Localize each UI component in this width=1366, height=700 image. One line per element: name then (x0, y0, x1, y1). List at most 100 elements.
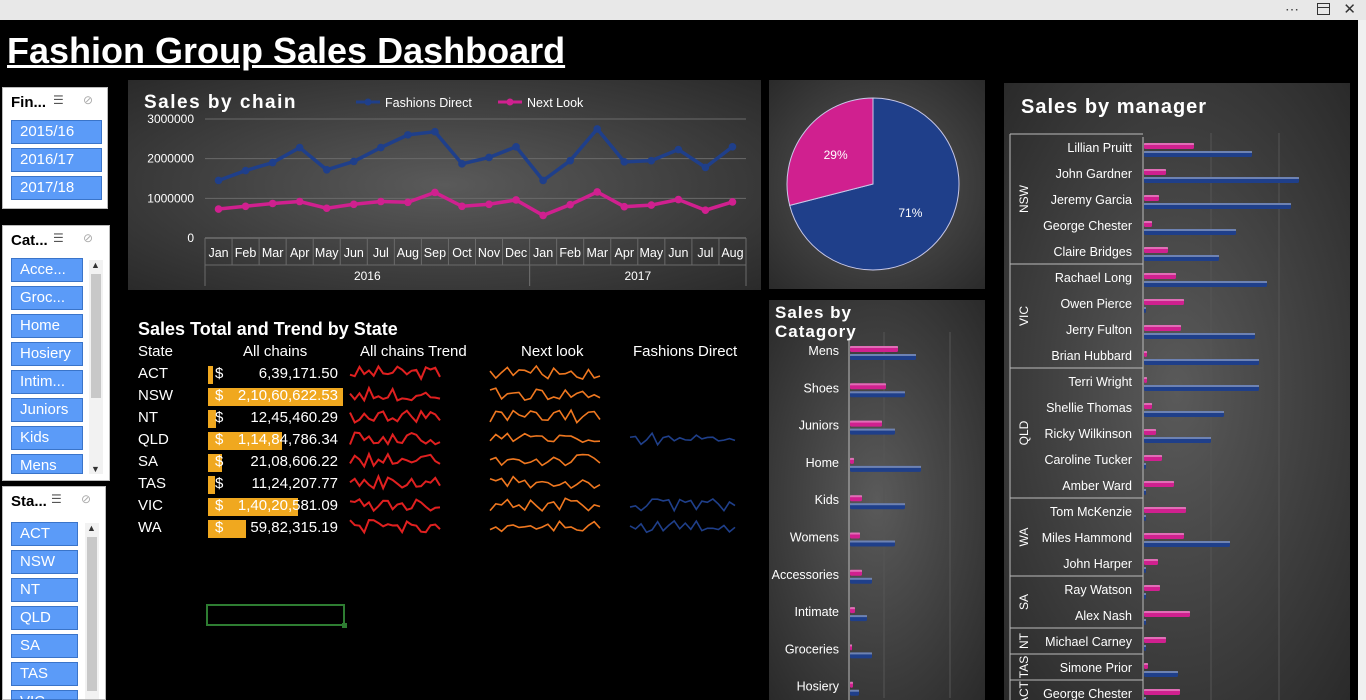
x-tick-label: Jun (668, 246, 688, 260)
chain-share-pie-chart: 71% 29% (786, 97, 960, 271)
scroll-up-icon[interactable]: ▲ (91, 260, 100, 270)
bar-highlight (850, 428, 895, 431)
vertical-scrollbar[interactable] (1358, 20, 1366, 700)
slicer-item-kids[interactable]: Kids (11, 426, 83, 450)
slicer-item-juniors[interactable]: Juniors (11, 398, 83, 422)
slicer-item-nt[interactable]: NT (11, 578, 78, 602)
close-icon[interactable]: ✕ (1343, 0, 1356, 18)
category-label: Simone Prior (1060, 661, 1132, 675)
bar-highlight (1144, 359, 1259, 361)
data-point (458, 160, 466, 168)
slicer-item-tas[interactable]: TAS (11, 662, 78, 686)
clear-filter-icon[interactable]: ⊘ (83, 231, 99, 247)
next-look-sparkline (489, 408, 601, 424)
slicer-item-accessories[interactable]: Acce... (11, 258, 83, 282)
category-label: Ricky Wilkinson (1044, 427, 1132, 441)
chain-share-pie-panel[interactable]: 71% 29% (769, 80, 985, 289)
bar-highlight (850, 383, 886, 386)
slicer-item-nsw[interactable]: NSW (11, 550, 78, 574)
category-label: Terri Wright (1068, 375, 1132, 389)
bar-highlight (1144, 411, 1224, 413)
fashions-direct-sparkline (629, 431, 736, 447)
multi-select-icon[interactable]: ☰ (53, 231, 69, 245)
slicer-item-2017-18[interactable]: 2017/18 (11, 176, 102, 200)
category-label: Alex Nash (1075, 609, 1132, 623)
x-tick-label: Aug (721, 246, 743, 260)
slicer-item-2016-17[interactable]: 2016/17 (11, 148, 102, 172)
year-label: 2017 (624, 269, 651, 283)
sales-by-chain-panel[interactable]: Sales by chain Fashions Direct Next Look … (128, 80, 761, 290)
slicer-item-mens[interactable]: Mens (11, 454, 83, 474)
data-point (485, 200, 493, 209)
bar-highlight (1144, 611, 1190, 613)
slicer-item-hosiery[interactable]: Hosiery (11, 342, 83, 366)
slicer-item-groceries[interactable]: Groc... (11, 286, 83, 310)
state-cell: SA (138, 453, 159, 470)
ellipsis-icon[interactable]: ⋯ (1285, 1, 1300, 18)
series-line-fashions-direct (217, 126, 734, 183)
bar-highlight (1144, 333, 1255, 335)
bar-highlight (1144, 229, 1236, 231)
sales-by-manager-panel[interactable]: Sales by manager Lillian Pruitt John Gard… (1004, 83, 1350, 700)
data-point (512, 196, 520, 204)
multi-select-icon[interactable]: ☰ (51, 492, 67, 506)
scroll-down-icon[interactable]: ▼ (91, 464, 100, 474)
financial-year-slicer-title: Fin... (11, 94, 46, 111)
category-slicer: Cat... ☰ ⊘ Acce... Groc... Home Hosiery … (2, 225, 110, 481)
sales-by-chain-chart: Sales by chain Fashions Direct Next Look … (144, 92, 747, 286)
all-chains-sparkline (349, 451, 441, 469)
slicer-item-sa[interactable]: SA (11, 634, 78, 658)
state-cell: QLD (138, 431, 169, 448)
category-label: Juniors (799, 419, 839, 433)
category-label: John Gardner (1056, 167, 1132, 181)
data-point (377, 143, 385, 152)
category-label: Kids (815, 493, 839, 507)
data-point (539, 176, 547, 185)
slicer-item-intimate[interactable]: Intim... (11, 370, 83, 394)
slicer-item-act[interactable]: ACT (11, 522, 78, 546)
bar-highlight (1144, 203, 1291, 205)
group-label: ACT (1017, 680, 1031, 700)
x-tick-label: Mar (586, 246, 608, 260)
x-tick-label: Jan (533, 246, 553, 260)
restore-icon[interactable] (1317, 3, 1330, 15)
sales-by-category-panel[interactable]: Sales by Catagory Mens Shoes Juniors Home Ki… (769, 300, 985, 700)
state-cell: NSW (138, 387, 173, 404)
category-label: John Harper (1063, 557, 1132, 571)
group-label: SA (1017, 594, 1031, 610)
slicer-item-vic[interactable]: VIC (11, 690, 78, 700)
sparklines (349, 364, 736, 535)
next-look-sparkline (489, 364, 601, 380)
next-look-sparkline (489, 475, 601, 490)
group-label: QLD (1017, 420, 1031, 445)
scroll-thumb[interactable] (91, 274, 101, 398)
bar-highlight (1144, 307, 1146, 309)
state-cell: TAS (138, 475, 167, 492)
category-label: Michael Carney (1045, 635, 1133, 649)
all-chains-value: 1,40,20,581.09 (237, 497, 338, 514)
x-tick-label: Jul (697, 246, 713, 260)
data-point (214, 205, 223, 213)
scroll-up-icon[interactable]: ▲ (87, 523, 96, 533)
data-point (485, 153, 493, 162)
data-point (701, 163, 710, 172)
category-label: George Chester (1043, 687, 1132, 700)
bar-highlight (850, 681, 853, 684)
clear-filter-icon[interactable]: ⊘ (81, 492, 97, 508)
multi-select-icon[interactable]: ☰ (53, 93, 69, 107)
bar-highlight (1144, 455, 1162, 457)
data-point (241, 202, 250, 211)
slicer-item-home[interactable]: Home (11, 314, 83, 338)
state-slicer-scrollbar[interactable]: ▲ (85, 523, 99, 699)
slicer-item-qld[interactable]: QLD (11, 606, 78, 630)
bar-highlight (1144, 481, 1174, 483)
category-label: Owen Pierce (1060, 297, 1132, 311)
selected-cell[interactable] (206, 604, 347, 628)
scroll-thumb[interactable] (87, 537, 97, 691)
all-chains-sparkline (349, 364, 441, 382)
slicer-item-2015-16[interactable]: 2015/16 (11, 120, 102, 144)
header-fashions-direct: Fashions Direct (633, 343, 738, 360)
clear-filter-icon[interactable]: ⊘ (83, 93, 99, 109)
data-point (431, 188, 439, 197)
category-slicer-scrollbar[interactable]: ▲ ▼ (89, 260, 103, 474)
